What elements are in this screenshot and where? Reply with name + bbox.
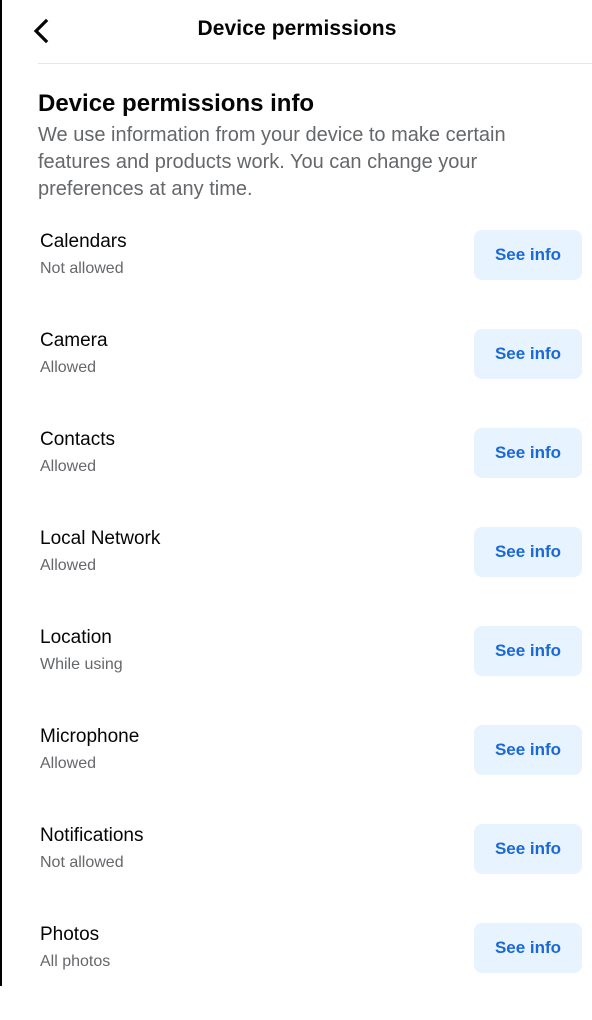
permission-status: Allowed — [40, 755, 97, 772]
permission-row-photos: Photos All photos See info — [38, 921, 582, 1020]
permission-status: Allowed — [40, 557, 97, 574]
permission-status: All photos — [40, 953, 111, 970]
permission-row-microphone: Microphone Allowed See info — [38, 723, 582, 822]
app-frame: Device permissions Device permissions in… — [0, 0, 592, 986]
permission-name: Calendars — [40, 231, 127, 252]
permission-name: Notifications — [40, 825, 144, 846]
permission-name: Location — [40, 627, 112, 648]
see-info-button[interactable]: See info — [474, 725, 582, 775]
see-info-button[interactable]: See info — [474, 428, 582, 478]
permission-row-local-network: Local Network Allowed See info — [38, 525, 582, 624]
permission-name: Camera — [40, 330, 108, 351]
permission-status: While using — [40, 656, 123, 673]
page-title: Device permissions — [197, 17, 397, 40]
permission-status: Not allowed — [40, 854, 124, 871]
permission-name: Local Network — [40, 528, 161, 549]
permissions-list: Calendars Not allowed See info Camera Al… — [38, 228, 582, 1020]
see-info-button[interactable]: See info — [474, 626, 582, 676]
permission-name: Photos — [40, 924, 100, 945]
top-bar: Device permissions — [2, 0, 592, 64]
see-info-button[interactable]: See info — [474, 527, 582, 577]
permission-row-calendars: Calendars Not allowed See info — [38, 228, 582, 327]
intro-section: Device permissions info We use informati… — [38, 88, 558, 203]
see-info-button[interactable]: See info — [474, 329, 582, 379]
permission-row-notifications: Notifications Not allowed See info — [38, 822, 582, 921]
permission-row-camera: Camera Allowed See info — [38, 327, 582, 426]
permission-status: Not allowed — [40, 260, 124, 277]
section-heading: Device permissions info — [38, 90, 315, 117]
permission-name: Microphone — [40, 726, 140, 747]
see-info-button[interactable]: See info — [474, 923, 582, 973]
permission-name: Contacts — [40, 429, 115, 450]
permission-status: Allowed — [40, 359, 97, 376]
see-info-button[interactable]: See info — [474, 230, 582, 280]
section-description: We use information from your device to m… — [38, 124, 506, 200]
permission-status: Allowed — [40, 458, 97, 475]
see-info-button[interactable]: See info — [474, 824, 582, 874]
permission-row-location: Location While using See info — [38, 624, 582, 723]
permission-row-contacts: Contacts Allowed See info — [38, 426, 582, 525]
header-divider — [38, 63, 592, 64]
